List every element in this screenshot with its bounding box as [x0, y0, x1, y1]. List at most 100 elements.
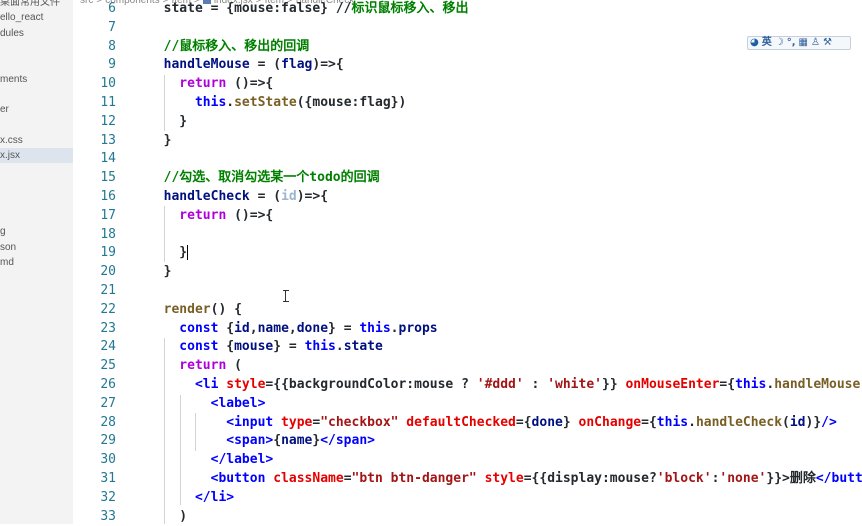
line-number: 30	[100, 452, 116, 468]
code-token: 'white'	[547, 377, 602, 392]
code-line[interactable]: 6 state = {mouse:false} //标识鼠标移入、移出	[73, 0, 862, 18]
code-token: onChange	[570, 414, 642, 430]
sidebar-item[interactable]: md	[0, 255, 73, 270]
punctuation-icon[interactable]: °,	[787, 37, 796, 49]
code-text: </label>	[148, 450, 274, 469]
code-line[interactable]: 25 return (	[73, 356, 862, 375]
code-line[interactable]: 19 }	[73, 243, 862, 262]
code-line[interactable]: 30 </label>	[73, 450, 862, 469]
sidebar-item[interactable]: er	[0, 102, 73, 117]
code-line[interactable]: 17 return ()=>{	[73, 206, 862, 225]
code-line[interactable]: 8 //鼠标移入、移出的回调	[73, 37, 862, 56]
code-line[interactable]: 14	[73, 149, 862, 168]
ime-toolbar[interactable]: ◕ 英 ☽ °, ▦ ♙ ⚒	[747, 36, 851, 50]
code-token: 标识鼠标移入、移出	[351, 1, 469, 16]
code-text: const {mouse} = this.state	[148, 337, 383, 356]
code-text: state = {mouse:false} //标识鼠标移入、移出	[148, 0, 469, 18]
sidebar-item[interactable]	[0, 56, 73, 71]
code-token: className	[265, 471, 344, 486]
code-text: <input type="checkbox" defaultChecked={d…	[148, 413, 837, 432]
code-line[interactable]: 9 handleMouse = (flag)=>{	[73, 55, 862, 74]
code-token: ={{backgroundColor:mouse ?	[265, 377, 477, 392]
code-token: state	[343, 339, 383, 355]
code-line[interactable]: 21	[73, 281, 862, 300]
settings-wrench-icon[interactable]: ⚒	[823, 37, 832, 49]
sidebar-item[interactable]	[0, 179, 73, 194]
sidebar-item[interactable]: 桌面常用文件	[0, 0, 73, 10]
code-line[interactable]: 15 //勾选、取消勾选某一个todo的回调	[73, 168, 862, 187]
code-line[interactable]: 16 handleCheck = (id)=>{	[73, 187, 862, 206]
line-number: 23	[100, 320, 116, 336]
user-icon[interactable]: ♙	[811, 37, 820, 49]
keyboard-icon[interactable]: ▦	[799, 37, 808, 49]
code-line[interactable]: 18	[73, 225, 862, 244]
code-token: state = {mouse:false} //	[148, 1, 352, 16]
code-token: "btn btn-danger"	[351, 471, 477, 486]
code-token: ={	[719, 377, 736, 392]
text-caret	[187, 245, 189, 261]
code-line[interactable]: 33 )	[73, 507, 862, 526]
code-token: ({mouse:flag})	[296, 95, 407, 110]
code-line[interactable]: 20 }	[73, 262, 862, 281]
code-line[interactable]: 28 <input type="checkbox" defaultChecked…	[73, 413, 862, 432]
code-line[interactable]: 12 }	[73, 112, 862, 131]
sidebar-item[interactable]	[0, 87, 73, 102]
code-line[interactable]: 22 render() {	[73, 300, 862, 319]
line-number: 31	[100, 471, 116, 486]
sidebar-item[interactable]: son	[0, 240, 73, 255]
sidebar-item[interactable]	[0, 41, 73, 56]
indent-guide	[164, 206, 165, 262]
code-token: flag	[281, 57, 313, 73]
code-token: .	[688, 414, 696, 430]
sidebar-item[interactable]	[0, 118, 73, 133]
sidebar-item[interactable]: dules	[0, 26, 73, 41]
line-number: 9	[108, 57, 116, 73]
sidebar-item[interactable]: x.jsx	[0, 148, 73, 163]
moon-icon[interactable]: ☽	[775, 37, 784, 49]
sidebar-item[interactable]: g	[0, 224, 73, 239]
line-number: 11	[100, 95, 116, 110]
indent-guide	[164, 75, 165, 131]
code-token: .	[390, 320, 399, 336]
code-token: </button>	[815, 471, 862, 486]
code-token: ={	[515, 414, 532, 430]
sidebar-item[interactable]: ello_react	[0, 10, 73, 25]
ime-logo-icon[interactable]: ◕	[750, 37, 759, 49]
code-token: style	[476, 471, 524, 486]
code-line[interactable]: 10 return ()=>{	[73, 74, 862, 93]
ime-mode-label[interactable]: 英	[762, 37, 772, 49]
code-line[interactable]: 31 <button className="btn btn-danger" st…	[73, 469, 862, 488]
code-token: handleMouse	[148, 57, 250, 73]
code-token: }}>删除	[766, 471, 816, 486]
code-line[interactable]: 23 const {id,name,done} = this.props	[73, 319, 862, 338]
code-token: const	[148, 320, 219, 336]
code-line[interactable]: 29 <span>{name}</span>	[73, 431, 862, 450]
code-token: }	[148, 245, 188, 261]
code-token: props	[398, 320, 438, 336]
code-token: setState	[234, 95, 297, 110]
sidebar-item[interactable]: x.css	[0, 133, 73, 148]
code-line[interactable]: 32 </li>	[73, 488, 862, 507]
code-token: return	[148, 358, 227, 374]
code-token: id	[789, 414, 806, 430]
code-line[interactable]: 24 const {mouse} = this.state	[73, 337, 862, 356]
sidebar-item[interactable]	[0, 164, 73, 179]
code-line[interactable]: 7	[73, 18, 862, 37]
code-line[interactable]: 13 }	[73, 131, 862, 150]
line-number: 24	[100, 339, 116, 355]
code-editor[interactable]: 6 state = {mouse:false} //标识鼠标移入、移出 7 8 //…	[73, 0, 862, 524]
code-text: return ()=>{	[148, 206, 273, 225]
code-text: )	[148, 507, 187, 526]
sidebar-item[interactable]	[0, 194, 73, 209]
code-token: return	[148, 76, 227, 92]
sidebar-item[interactable]: ments	[0, 72, 73, 87]
code-text: <li style={{backgroundColor:mouse ? '#dd…	[148, 375, 862, 394]
code-token: = (	[249, 57, 282, 73]
code-text: //鼠标移入、移出的回调	[148, 37, 310, 56]
code-line[interactable]: 27 <label>	[73, 394, 862, 413]
code-token: </li>	[148, 489, 235, 505]
code-line[interactable]: 11 this.setState({mouse:flag})	[73, 93, 862, 112]
code-token: ={	[641, 414, 657, 430]
line-number: 17	[100, 207, 116, 223]
code-line[interactable]: 26 <li style={{backgroundColor:mouse ? '…	[73, 375, 862, 394]
